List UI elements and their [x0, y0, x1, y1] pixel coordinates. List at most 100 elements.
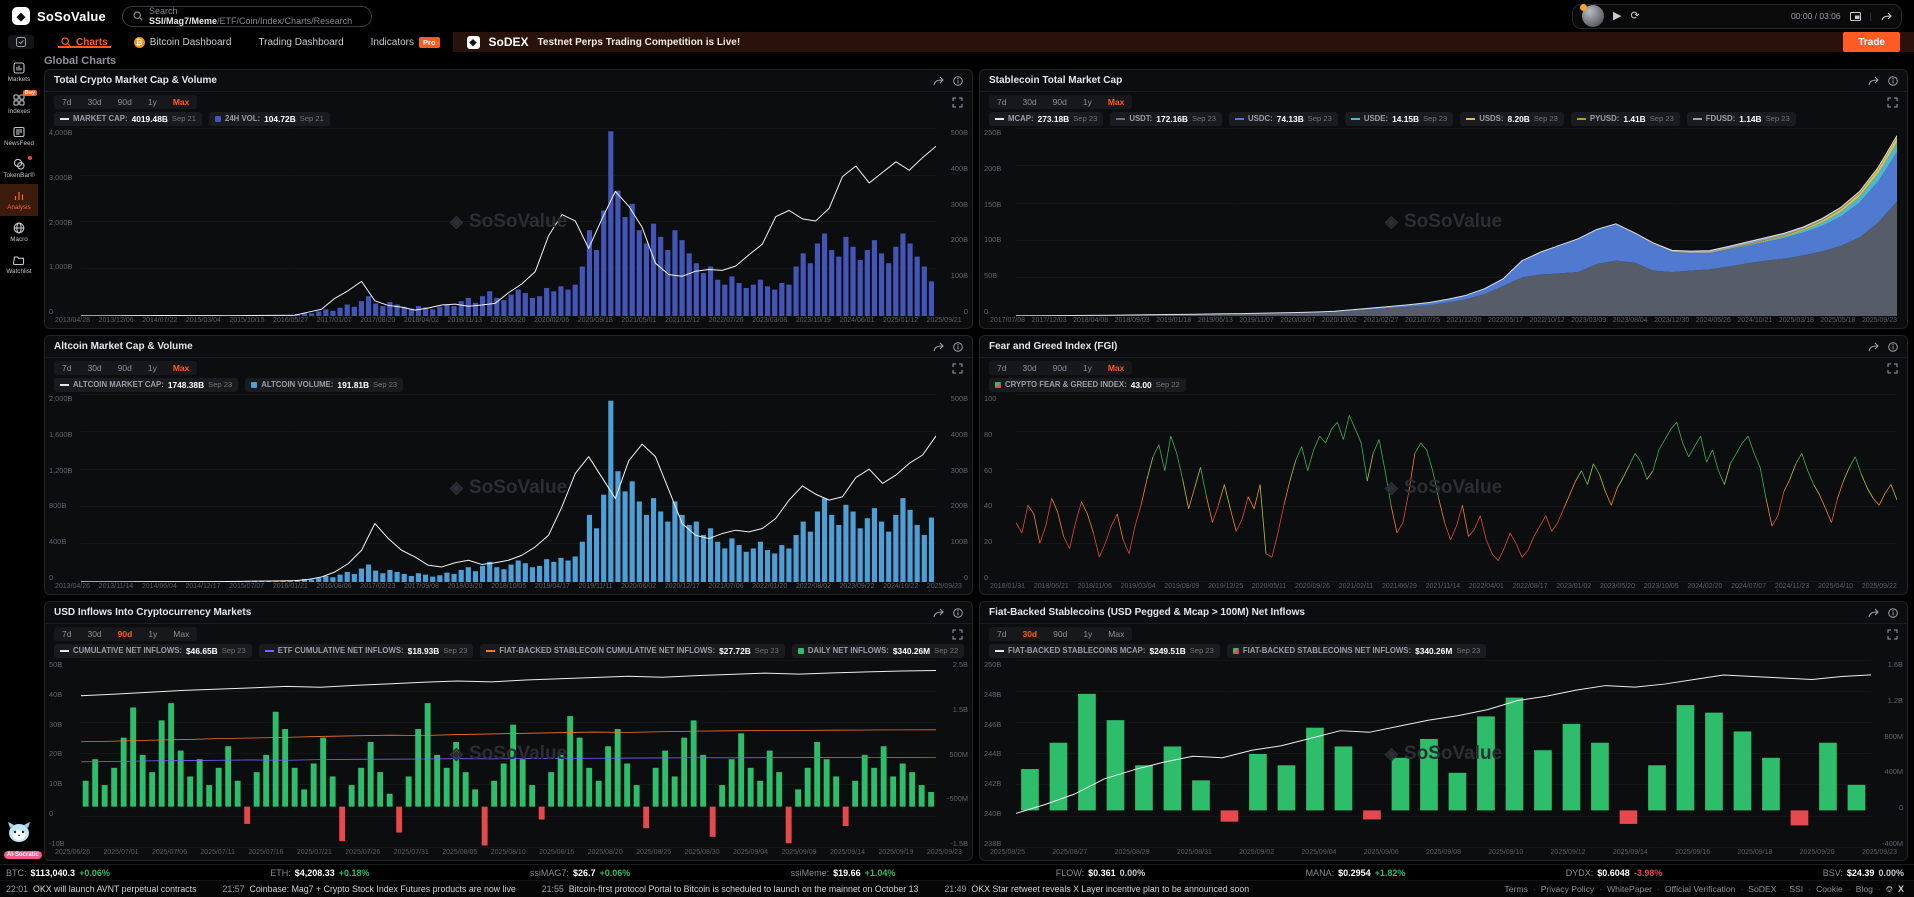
range-button[interactable]: Max — [165, 361, 198, 375]
range-button[interactable]: Max — [165, 627, 197, 641]
play-icon[interactable]: ▶ — [1613, 11, 1621, 22]
ticker-item[interactable]: BSV: $24.39 0.00% — [1823, 868, 1904, 878]
chart-canvas[interactable] — [81, 128, 936, 316]
expand-icon[interactable] — [952, 629, 963, 640]
expand-icon[interactable] — [1887, 629, 1898, 640]
range-button[interactable]: 30d — [1014, 95, 1044, 109]
range-button[interactable]: 90d — [1045, 95, 1075, 109]
ticker-item[interactable]: FLOW: $0.361 0.00% — [1056, 868, 1145, 878]
news-item[interactable]: 21:49 OKX Star retweet reveals X Layer i… — [944, 884, 1249, 894]
info-icon[interactable] — [953, 76, 963, 86]
legend-chip[interactable]: FDUSD:1.14BSep 23 — [1687, 112, 1796, 126]
legend-chip[interactable]: USDC:74.13BSep 23 — [1229, 112, 1338, 126]
range-button[interactable]: 30d — [1014, 361, 1044, 375]
range-button[interactable]: 1y — [140, 627, 165, 641]
share-icon[interactable] — [1868, 342, 1879, 352]
legend-chip[interactable]: MARKET CAP:4019.48BSep 21 — [54, 112, 202, 126]
sidebar-item-macro[interactable]: Macro — [0, 216, 38, 248]
chart-canvas[interactable] — [1016, 128, 1897, 316]
range-button[interactable]: 30d — [79, 361, 109, 375]
footer-link[interactable]: WhitePaper — [1607, 884, 1652, 894]
ticker-item[interactable]: DYDX: $0.6048 -3.98% — [1566, 868, 1663, 878]
trade-button[interactable]: Trade — [1843, 32, 1900, 52]
legend-chip[interactable]: CRYPTO FEAR & GREED INDEX:43.00Sep 22 — [989, 378, 1186, 392]
legend-chip[interactable]: 24H VOL:104.72BSep 21 — [209, 112, 330, 126]
news-item[interactable]: 21:57 Coinbase: Mag7 + Crypto Stock Inde… — [223, 884, 516, 894]
range-button[interactable]: 1y — [1075, 627, 1100, 641]
ai-socratic-mascot[interactable]: AI·Socratic — [4, 821, 34, 861]
range-button[interactable]: Max — [1100, 627, 1132, 641]
sidebar-item-analysis[interactable]: Analysis — [0, 184, 38, 216]
expand-icon[interactable] — [1887, 97, 1898, 108]
share-icon[interactable] — [1868, 608, 1879, 618]
miniplayer-icon[interactable] — [1850, 12, 1861, 21]
search-input[interactable]: Search SSI/Mag7/Meme/ETF/Coin/Index/Char… — [122, 6, 372, 27]
tab-indicators[interactable]: Indicators Pro — [358, 37, 453, 48]
chart-canvas[interactable] — [81, 394, 936, 582]
news-item[interactable]: 22:01 OKX will launch AVNT perpetual con… — [6, 884, 197, 894]
legend-chip[interactable]: USDE:14.15BSep 23 — [1345, 112, 1453, 126]
chart-canvas[interactable] — [1016, 394, 1897, 582]
sodex-banner[interactable]: ◆ SoDEX Testnet Perps Trading Competitio… — [453, 32, 1914, 52]
ticker-item[interactable]: ssiMeme: $19.66 +1.04% — [791, 868, 896, 878]
sidebar-item-markets[interactable]: Markets — [0, 56, 38, 88]
ticker-item[interactable]: BTC: $113,040.3 +0.06% — [6, 868, 110, 878]
range-button[interactable]: 1y — [140, 361, 165, 375]
range-button[interactable]: 1y — [1075, 95, 1100, 109]
x-icon[interactable]: X — [1898, 884, 1904, 894]
legend-chip[interactable]: MCAP:273.18BSep 23 — [989, 112, 1103, 126]
info-icon[interactable] — [1888, 608, 1898, 618]
range-button[interactable]: 7d — [54, 627, 79, 641]
info-icon[interactable] — [1888, 76, 1898, 86]
apps-icon[interactable] — [8, 35, 34, 49]
range-button[interactable]: Max — [1100, 361, 1133, 375]
range-button[interactable]: 90d — [110, 361, 140, 375]
replay-icon[interactable]: ⟳ — [1630, 11, 1639, 22]
expand-icon[interactable] — [952, 363, 963, 374]
range-button[interactable]: 90d — [110, 95, 140, 109]
legend-chip[interactable]: FIAT-BACKED STABLECOINS NET INFLOWS:$340… — [1227, 644, 1487, 658]
expand-icon[interactable] — [1887, 363, 1898, 374]
legend-chip[interactable]: PYUSD:1.41BSep 23 — [1571, 112, 1680, 126]
sosovalue-logo[interactable]: ◆ SoSoValue — [12, 7, 106, 25]
footer-link[interactable]: Privacy Policy — [1541, 884, 1594, 894]
legend-chip[interactable]: FIAT-BACKED STABLECOINS MCAP:$249.51BSep… — [989, 644, 1220, 658]
sidebar-item-tokenbar[interactable]: TokenBar® — [0, 152, 38, 184]
legend-chip[interactable]: CUMULATIVE NET INFLOWS:$46.65BSep 23 — [54, 644, 252, 658]
range-button[interactable]: 90d — [110, 627, 141, 641]
sidebar-item-newsfeed[interactable]: NewsFeed — [0, 120, 38, 152]
range-button[interactable]: 7d — [989, 95, 1014, 109]
footer-link[interactable]: Terms — [1504, 884, 1527, 894]
legend-chip[interactable]: ALTCOIN VOLUME:191.81BSep 23 — [245, 378, 403, 392]
ticker-item[interactable]: ETH: $4,208.33 +0.18% — [270, 868, 369, 878]
range-button[interactable]: Max — [1100, 95, 1133, 109]
expand-icon[interactable] — [952, 97, 963, 108]
footer-link[interactable]: Cookie — [1816, 884, 1843, 894]
news-item[interactable]: 21:55 Bitcoin-first protocol Portal to B… — [542, 884, 919, 894]
tab-charts[interactable]: Charts — [48, 37, 121, 48]
range-button[interactable]: 7d — [54, 95, 79, 109]
footer-link[interactable]: SSI — [1789, 884, 1803, 894]
share-icon[interactable] — [933, 608, 944, 618]
tab-trading-dashboard[interactable]: Trading Dashboard — [245, 37, 356, 48]
share-icon[interactable] — [933, 342, 944, 352]
range-button[interactable]: 30d — [79, 627, 109, 641]
legend-chip[interactable]: ETF CUMULATIVE NET INFLOWS:$18.93BSep 23 — [259, 644, 474, 658]
range-button[interactable]: Max — [165, 95, 198, 109]
sidebar-item-indexes[interactable]: Buy Indexes — [0, 88, 38, 120]
footer-link[interactable]: SoDEX — [1748, 884, 1776, 894]
legend-chip[interactable]: DAILY NET INFLOWS:$340.26MSep 22 — [792, 644, 964, 658]
avatar[interactable] — [1582, 5, 1604, 27]
range-button[interactable]: 1y — [140, 95, 165, 109]
legend-chip[interactable]: ALTCOIN MARKET CAP:1748.38BSep 23 — [54, 378, 238, 392]
sidebar-item-watchlist[interactable]: Watchlist — [0, 248, 38, 280]
share-icon[interactable] — [1868, 76, 1879, 86]
range-button[interactable]: 90d — [1045, 361, 1075, 375]
range-button[interactable]: 7d — [989, 361, 1014, 375]
tab-bitcoin-dashboard[interactable]: ₿ Bitcoin Dashboard — [121, 37, 245, 48]
info-icon[interactable] — [953, 608, 963, 618]
chart-canvas[interactable] — [1016, 660, 1871, 848]
info-icon[interactable] — [953, 342, 963, 352]
chart-canvas[interactable] — [81, 660, 936, 848]
range-button[interactable]: 1y — [1075, 361, 1100, 375]
